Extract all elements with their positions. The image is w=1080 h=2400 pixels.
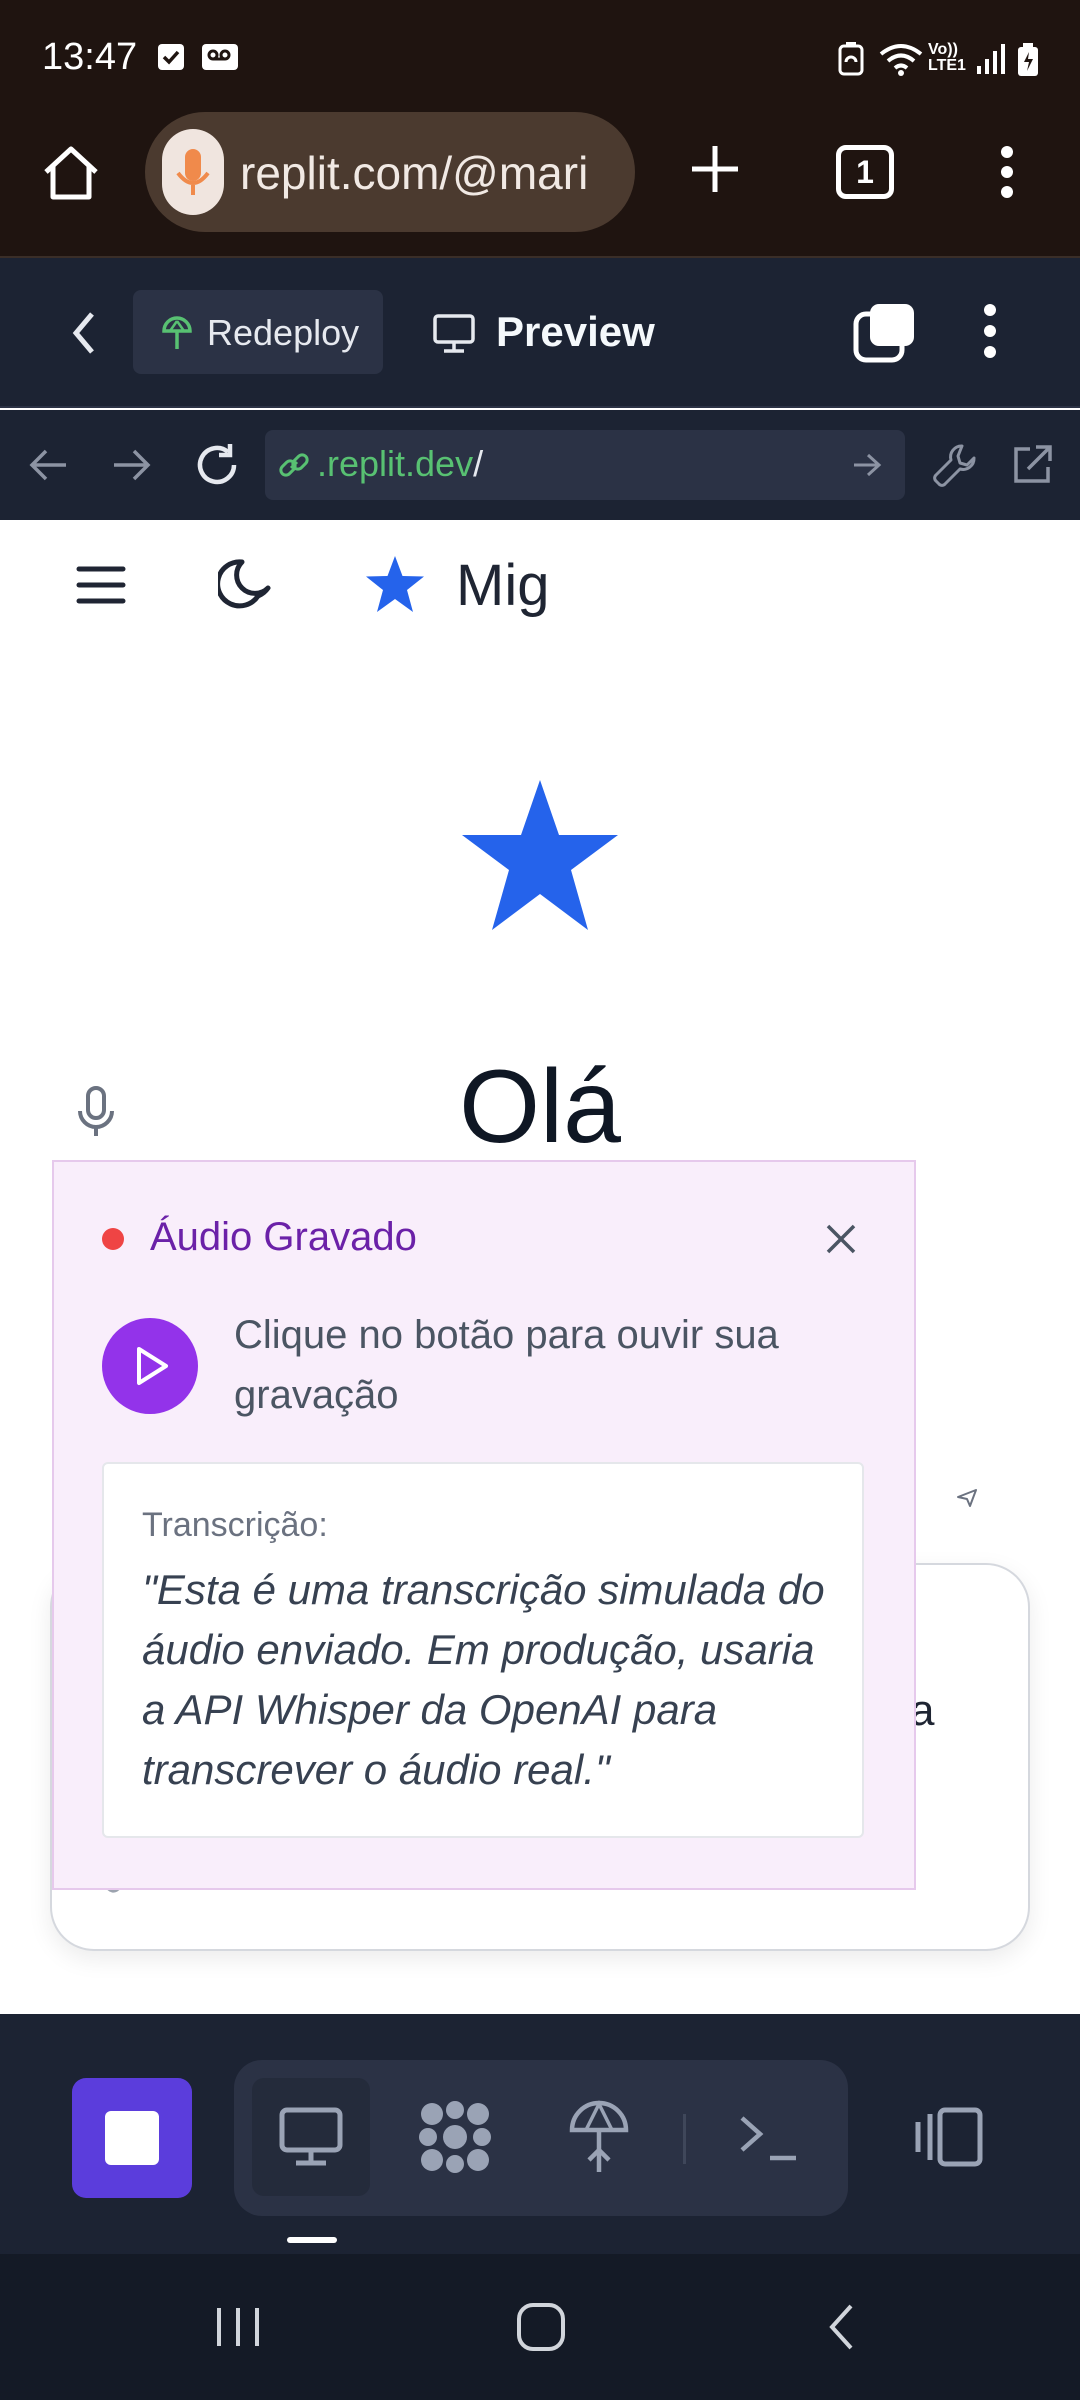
tabs-switcher-icon[interactable] [852,302,916,364]
status-bar: 13:47 Vo)) LTE1 [0,0,1080,120]
status-time: 13:47 [42,36,138,78]
battery-saver-icon [836,42,866,76]
close-icon[interactable] [824,1222,858,1256]
deploy-icon [160,315,194,351]
browser-url-text[interactable]: replit.com/@mari [240,146,620,200]
transcription-text: "Esta é uma transcrição simulada do áudi… [142,1566,825,1793]
battery-icon [1016,42,1040,78]
reload-icon[interactable] [194,442,240,488]
send-icon[interactable] [956,1488,978,1508]
dark-mode-moon-icon[interactable] [218,556,274,612]
star-logo-icon [364,554,426,614]
shell-tool-icon[interactable] [738,2112,800,2164]
mic-icon[interactable] [162,129,224,215]
link-icon [276,447,312,483]
transcription-label: Transcrição: [142,1506,328,1544]
go-arrow-icon[interactable] [852,452,882,478]
greeting-heading: Olá [459,1049,621,1165]
back-nav-icon[interactable] [826,2302,856,2352]
hero-star-icon [460,778,620,932]
checkbox-notification-icon [156,42,186,72]
panels-toggle-icon[interactable] [912,2106,984,2168]
home-icon[interactable] [40,142,102,204]
redeploy-label: Redeploy [207,312,360,353]
play-recording-button[interactable] [102,1318,198,1414]
popup-title: Áudio Gravado [150,1215,417,1259]
nav-forward-arrow-icon[interactable] [112,448,152,482]
back-chevron-icon[interactable] [68,310,100,356]
deployments-tool-icon[interactable] [568,2098,630,2176]
wifi-icon [878,42,924,76]
monitor-tool-icon [278,2106,344,2168]
browser-menu-icon[interactable] [997,144,1017,200]
new-tab-icon[interactable] [688,142,742,196]
home-nav-icon[interactable] [516,2302,566,2352]
recent-apps-icon[interactable] [213,2304,263,2350]
stop-icon [105,2111,159,2165]
monitor-icon [432,313,476,355]
popup-description: Clique no botão para ouvir sua gravação [234,1313,779,1417]
volte-icon: Vo)) LTE1 [928,41,966,74]
preview-address-text[interactable]: .replit.dev/ [317,443,483,485]
tab-divider [683,2114,686,2164]
active-tab-indicator [287,2237,337,2243]
preview-tab[interactable]: Preview [496,308,655,356]
replit-menu-icon[interactable] [980,302,1000,360]
agent-tool-icon[interactable] [418,2100,492,2174]
signal-icon [976,42,1006,76]
recording-indicator [102,1228,124,1250]
nav-back-arrow-icon[interactable] [28,448,68,482]
open-external-icon[interactable] [1010,443,1054,487]
hamburger-menu-icon[interactable] [76,564,126,606]
app-title: Mig [456,553,550,618]
play-icon [134,1345,170,1387]
devtools-wrench-icon[interactable] [932,442,978,488]
voicemail-notification-icon [200,42,240,72]
tab-count-button[interactable]: 1 [836,145,894,199]
